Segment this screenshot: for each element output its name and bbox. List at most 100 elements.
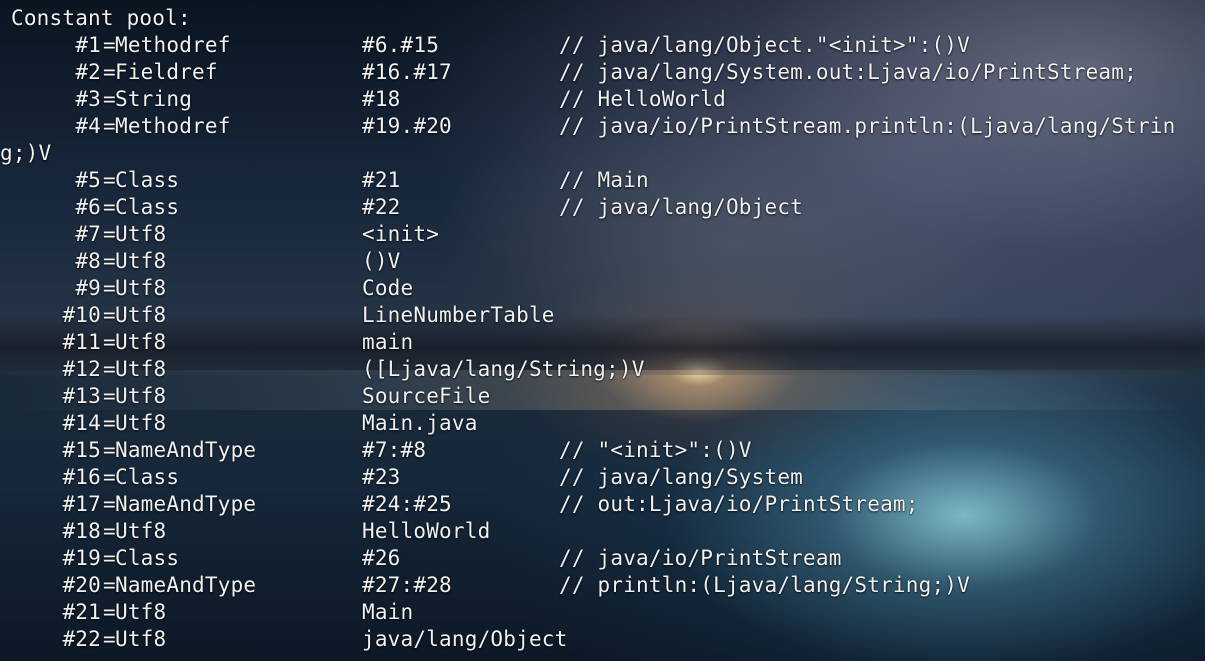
entry-equals: = xyxy=(103,195,116,219)
terminal-output[interactable]: Constant pool: #1 = Methodref #6.#15// java… xyxy=(0,0,1205,661)
entry-index: #8 xyxy=(75,249,101,273)
entry-index: #6 xyxy=(75,195,101,219)
entry-index: #4 xyxy=(75,114,101,138)
constant-pool-entry: #20 = NameAndType #27:#28 // println:(Ljava/… xyxy=(11,572,1205,599)
entry-index: #7 xyxy=(75,222,101,246)
entry-equals: = xyxy=(103,276,116,300)
entry-equals: = xyxy=(103,303,116,327)
entry-index: #3 xyxy=(75,87,101,111)
constant-pool-entry: #14 = Utf8 Main.java xyxy=(11,410,1205,437)
constant-pool-entry: #22 = Utf8 java/lang/Object xyxy=(11,626,1205,653)
constant-pool-entry: #1 = Methodref #6.#15 // java/lang/Object."<… xyxy=(11,32,1205,59)
entry-index: #20 xyxy=(62,573,101,597)
entry-value: #7:#8 xyxy=(362,438,427,462)
entry-value: ([Ljava/lang/String;)V xyxy=(362,357,645,381)
entry-index: #5 xyxy=(75,168,101,192)
entry-value: #27:#28 xyxy=(362,573,452,597)
constant-pool-entry: #21 = Utf8 Main xyxy=(11,599,1205,626)
entry-type: Utf8 xyxy=(115,600,167,624)
entry-equals: = xyxy=(103,438,116,462)
entry-equals: = xyxy=(103,33,116,57)
entry-value: #16.#17 xyxy=(362,60,452,84)
entry-equals: = xyxy=(103,384,116,408)
entry-equals: = xyxy=(103,60,116,84)
entry-type: Utf8 xyxy=(115,357,167,381)
constant-pool-entry: #16 = Class #23 // java/lang/System xyxy=(11,464,1205,491)
entry-value: java/lang/Object xyxy=(362,627,568,651)
constant-pool-entry: #5 = Class #21 // Main xyxy=(11,167,1205,194)
entry-value: #19.#20 xyxy=(362,114,452,138)
constant-pool-entry: #11 = Utf8 main xyxy=(11,329,1205,356)
entry-index: #1 xyxy=(75,33,101,57)
entry-index: #14 xyxy=(62,411,101,435)
entry-value: SourceFile xyxy=(362,384,491,408)
entry-value: Main xyxy=(362,600,414,624)
entry-type: Class xyxy=(115,195,180,219)
entry-type: NameAndType xyxy=(115,573,257,597)
entry-value: main xyxy=(362,330,414,354)
entry-index: #15 xyxy=(62,438,101,462)
entry-value: #22 xyxy=(362,195,401,219)
entry-comment: // Main xyxy=(559,168,649,192)
entry-index: #21 xyxy=(62,600,101,624)
entry-comment: // java/io/PrintStream xyxy=(559,546,842,570)
entry-comment: // out:Ljava/io/PrintStream; xyxy=(559,492,919,516)
entry-type: Utf8 xyxy=(115,276,167,300)
entry-comment: // java/lang/System.out:Ljava/io/PrintSt… xyxy=(559,60,1137,84)
entry-value: <init> xyxy=(362,222,440,246)
entry-comment: // HelloWorld xyxy=(559,87,726,111)
wrapped-line-continuation: g;)V xyxy=(0,141,52,165)
entry-equals: = xyxy=(103,627,116,651)
entry-type: Utf8 xyxy=(115,330,167,354)
entry-value: ()V xyxy=(362,249,401,273)
entry-equals: = xyxy=(103,519,116,543)
entry-index: #10 xyxy=(62,303,101,327)
constant-pool-list: #1 = Methodref #6.#15// java/lang/Object."<… xyxy=(0,32,1205,653)
entry-type: Class xyxy=(115,465,180,489)
constant-pool-entry: #17 = NameAndType #24:#25 // out:Ljava/io/Pr… xyxy=(11,491,1205,518)
entry-value: LineNumberTable xyxy=(362,303,555,327)
entry-equals: = xyxy=(103,573,116,597)
entry-type: Utf8 xyxy=(115,222,167,246)
entry-comment: // java/lang/Object."<init>":()V xyxy=(559,33,970,57)
constant-pool-entry: #2 = Fieldref #16.#17 // java/lang/System.ou… xyxy=(11,59,1205,86)
entry-index: #17 xyxy=(62,492,101,516)
entry-type: Utf8 xyxy=(115,519,167,543)
entry-comment: // java/lang/System xyxy=(559,465,804,489)
constant-pool-entry: #8 = Utf8 ()V xyxy=(11,248,1205,275)
entry-type: Methodref xyxy=(115,114,231,138)
entry-comment: // java/lang/Object xyxy=(559,195,804,219)
entry-value: #24:#25 xyxy=(362,492,452,516)
entry-type: Utf8 xyxy=(115,303,167,327)
entry-type: Utf8 xyxy=(115,627,167,651)
entry-equals: = xyxy=(103,600,116,624)
entry-index: #16 xyxy=(62,465,101,489)
entry-type: Class xyxy=(115,168,180,192)
constant-pool-entry: #13 = Utf8 SourceFile xyxy=(11,383,1205,410)
entry-value: Code xyxy=(362,276,414,300)
entry-value: #21 xyxy=(362,168,401,192)
constant-pool-entry: #3 = String #18 // HelloWorld xyxy=(11,86,1205,113)
entry-index: #12 xyxy=(62,357,101,381)
entry-value: #26 xyxy=(362,546,401,570)
entry-value: #6.#15 xyxy=(362,33,440,57)
entry-type: Methodref xyxy=(115,33,231,57)
entry-equals: = xyxy=(103,222,116,246)
entry-type: NameAndType xyxy=(115,438,257,462)
constant-pool-entry: #6 = Class #22 // java/lang/Object xyxy=(11,194,1205,221)
entry-equals: = xyxy=(103,357,116,381)
entry-equals: = xyxy=(103,411,116,435)
constant-pool-entry: #15 = NameAndType #7:#8 // "<init>":()V xyxy=(11,437,1205,464)
entry-type: Class xyxy=(115,546,180,570)
entry-type: Utf8 xyxy=(115,411,167,435)
constant-pool-entry: #4 = Methodref #19.#20 // java/io/PrintStrea… xyxy=(11,113,1205,140)
entry-equals: = xyxy=(103,87,116,111)
constant-pool-entry: #10 = Utf8 LineNumberTable xyxy=(11,302,1205,329)
entry-type: NameAndType xyxy=(115,492,257,516)
entry-comment: // println:(Ljava/lang/String;)V xyxy=(559,573,970,597)
entry-equals: = xyxy=(103,168,116,192)
constant-pool-entry: #12 = Utf8 ([Ljava/lang/String;)V xyxy=(11,356,1205,383)
entry-index: #11 xyxy=(62,330,101,354)
entry-equals: = xyxy=(103,249,116,273)
entry-equals: = xyxy=(103,492,116,516)
